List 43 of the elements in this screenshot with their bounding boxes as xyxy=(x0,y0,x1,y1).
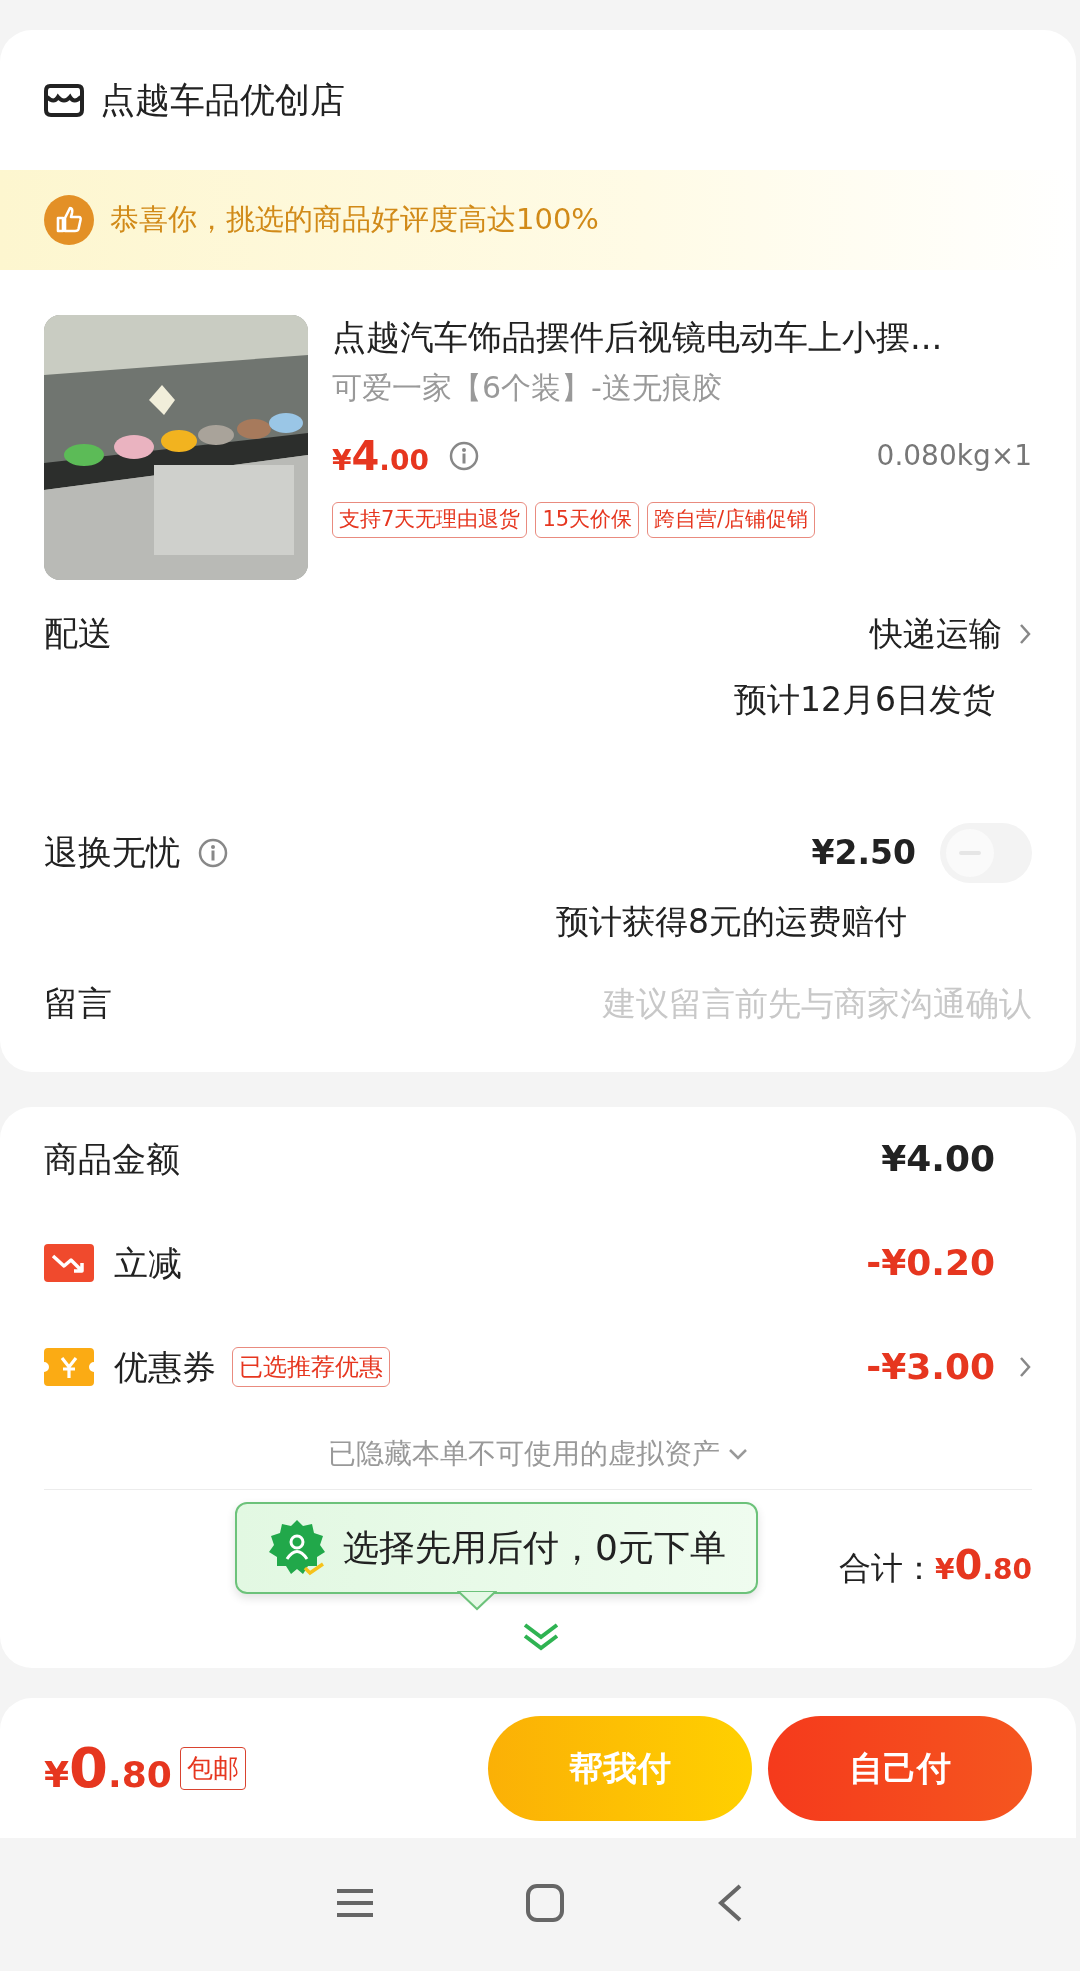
banner-text: 恭喜你，挑选的商品好评度高达100% xyxy=(110,201,599,239)
product-variant: 可爱一家【6个装】-送无痕胶 xyxy=(332,369,723,408)
coupon-row[interactable]: 优惠券 已选推荐优惠 -¥3.00 xyxy=(44,1315,1032,1419)
service-tag: 跨自营/店铺促销 xyxy=(647,502,816,538)
coupon-tag: 已选推荐优惠 xyxy=(232,1347,390,1387)
thumbs-up-icon xyxy=(44,195,94,245)
footer-total: ¥0.80 xyxy=(44,1734,172,1802)
hidden-assets-note: 已隐藏本单不可使用的虚拟资产 xyxy=(328,1436,720,1472)
message-label: 留言 xyxy=(44,982,112,1026)
summary-label: 立减 xyxy=(114,1241,182,1285)
service-tag: 支持7天无理由退货 xyxy=(332,502,528,538)
summary-amount: -¥0.20 xyxy=(866,1241,995,1285)
free-shipping-tag: 包邮 xyxy=(179,1746,246,1790)
total-label: 合计： xyxy=(839,1548,936,1589)
delivery-method-link[interactable]: 快递运输 xyxy=(870,608,1032,659)
weight-quantity: 0.080kg×1 xyxy=(876,438,1032,475)
chevron-right-icon xyxy=(1018,1355,1032,1379)
info-icon xyxy=(448,441,479,472)
summary-label: 商品金额 xyxy=(44,1137,180,1181)
product-price: ¥4.00 xyxy=(332,432,429,482)
badge-icon xyxy=(267,1518,327,1578)
store-name[interactable]: 点越车品优创店 xyxy=(100,73,345,127)
store-icon xyxy=(44,82,84,118)
home-icon[interactable] xyxy=(525,1883,565,1923)
delivery-label: 配送 xyxy=(44,612,112,655)
pay-button[interactable]: 自己付 xyxy=(768,1715,1032,1821)
product-title[interactable]: 点越汽车饰品摆件后视镜电动车上小摆... xyxy=(332,315,1032,360)
summary-label: 优惠券 xyxy=(114,1345,216,1389)
double-chevron-down-icon[interactable] xyxy=(521,1622,561,1652)
chevron-down-icon[interactable] xyxy=(728,1447,748,1461)
summary-amount: -¥3.00 xyxy=(866,1345,995,1389)
menu-icon[interactable] xyxy=(335,1887,375,1919)
tooltip-text: 选择先用后付，0元下单 xyxy=(343,1526,726,1570)
info-icon xyxy=(198,837,228,868)
service-tag: 15天价保 xyxy=(535,502,640,538)
summary-amount: ¥4.00 xyxy=(881,1137,995,1181)
compensation-note: 预计获得8元的运费赔付 xyxy=(556,900,907,943)
coupon-icon xyxy=(44,1348,94,1386)
delivery-estimate: 预计12月6日发货 xyxy=(734,679,995,721)
trend-down-icon xyxy=(44,1244,94,1282)
total-amount: ¥0.80 xyxy=(935,1541,1032,1590)
insurance-price: ¥2.50 xyxy=(811,831,916,874)
return-insurance-label: 退换无忧 xyxy=(44,831,180,874)
